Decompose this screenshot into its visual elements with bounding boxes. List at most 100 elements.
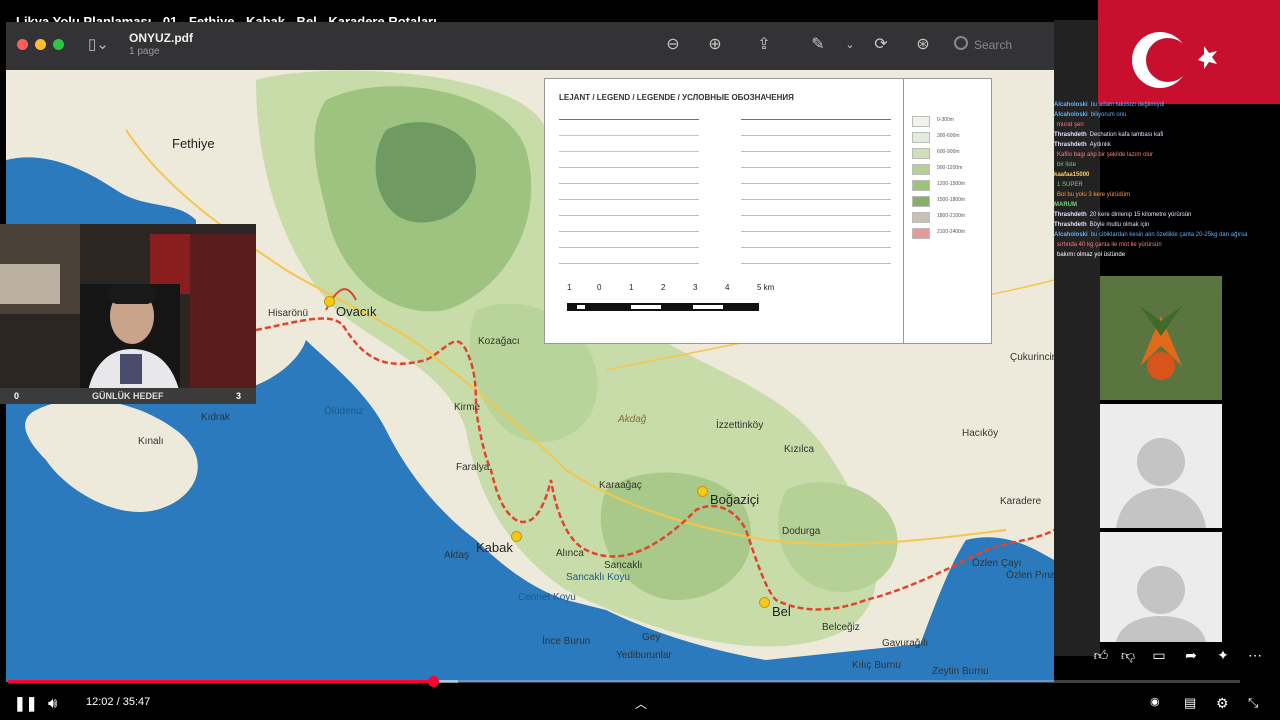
legend-line — [741, 119, 891, 120]
chat-text: Aydınlık — [1089, 142, 1111, 148]
turkish-flag — [1098, 0, 1280, 104]
more-icon[interactable]: ⋯ — [1246, 647, 1264, 665]
elevation-swatch — [912, 116, 930, 127]
place-label: Kınalı — [138, 436, 164, 447]
autoplay-toggle-icon[interactable]: ◉ — [1150, 695, 1160, 708]
window-close-button[interactable] — [17, 39, 28, 50]
legend-divider — [903, 79, 904, 343]
scale-label: 1 — [629, 283, 634, 292]
chat-user: Thrashdeth — [1054, 132, 1087, 138]
share-arrow-icon[interactable]: ➦ — [1182, 647, 1200, 665]
progress-bar — [8, 680, 433, 683]
streamer-image — [0, 224, 256, 404]
rotate-icon[interactable]: ⟳ — [870, 34, 892, 56]
place-label: Kabak — [476, 540, 513, 555]
waypoint-marker[interactable] — [324, 296, 335, 307]
chat-text: sırtında 40 kg çanta ile mot ile yürürsü… — [1057, 242, 1162, 248]
chat-message: sırtında 40 kg çanta ile mot ile yürürsü… — [1054, 240, 1280, 250]
place-label: Kozağacı — [478, 336, 520, 347]
chat-message: kaafaa15000 — [1054, 170, 1280, 180]
share-icon[interactable]: ⇪ — [753, 34, 775, 56]
subtitles-icon[interactable]: ▤ — [1184, 695, 1196, 711]
fullscreen-exit-icon[interactable]: ⤡ — [1248, 695, 1258, 711]
legend-line — [559, 183, 699, 184]
place-label: Ovacık — [336, 304, 377, 319]
place-label: Sancaklı — [604, 560, 643, 571]
dislike-icon[interactable]: 👎︎ — [1119, 647, 1137, 665]
legend-line — [741, 167, 891, 168]
place-label: Alınca — [556, 548, 584, 559]
elevation-label: 1200-1500m — [937, 181, 966, 187]
volume-icon[interactable]: 🔊︎ — [48, 695, 57, 712]
elevation-swatch — [912, 148, 930, 159]
place-label: Boğaziçi — [710, 492, 760, 507]
chat-user: MARUM — [1054, 202, 1077, 208]
waypoint-marker[interactable] — [759, 597, 770, 608]
webcam-overlay — [0, 224, 256, 404]
place-label: Ölüdeniz — [324, 406, 364, 417]
place-label: Çukurincir — [1010, 352, 1054, 363]
markup-pen-icon[interactable]: ✎ — [807, 34, 829, 56]
chat-text: Böyle mutlu olmak için — [1089, 222, 1150, 228]
place-label: İnce Burun — [542, 636, 591, 647]
sidebar-toggle-icon[interactable]: ▯⌄ — [88, 35, 114, 55]
place-label: Özlen Pınarı — [1006, 570, 1054, 581]
chat-user: Thrashdeth — [1054, 212, 1087, 218]
place-label: İzzettinköy — [716, 420, 764, 431]
chat-message: Bol bu yolu 3 kere yürüdüm — [1054, 190, 1280, 200]
chat-message: bir liste — [1054, 160, 1280, 170]
place-label: Bel — [772, 604, 791, 619]
window-maximize-button[interactable] — [53, 39, 64, 50]
markup-menu-chevron-icon[interactable]: ⌄ — [839, 34, 861, 56]
waypoint-marker[interactable] — [511, 531, 522, 542]
participant-tile[interactable] — [1100, 404, 1222, 528]
annotate-icon[interactable]: ⊛ — [912, 34, 934, 56]
current-time: 12:02 — [86, 696, 114, 708]
elevation-label: 1800-2100m — [937, 213, 966, 219]
scale-label: 2 — [661, 283, 666, 292]
search-input[interactable]: Search — [954, 34, 1054, 56]
elevation-label: 300-600m — [937, 133, 960, 139]
map-legend: LEJANT / LEGEND / LEGENDE / УСЛОВНЫЕ ОБО… — [544, 78, 992, 344]
elevation-swatch — [912, 180, 930, 191]
chat-message: Alcaholoski bu cibiklardan kesin alın öze… — [1054, 230, 1280, 240]
elevation-label: 900-1200m — [937, 165, 963, 171]
legend-line — [559, 135, 699, 136]
pdf-toolbar: ▯⌄ ONYUZ.pdf 1 page ⊖ ⊕ ⇪ ✎ ⌄ ⟳ ⊛ Search — [6, 22, 1054, 71]
place-label: Hacıköy — [962, 428, 999, 439]
legend-title: LEJANT / LEGEND / LEGENDE / УСЛОВНЫЕ ОБО… — [559, 93, 794, 102]
legend-line — [741, 151, 891, 152]
goal-label: GÜNLÜK HEDEF — [92, 391, 164, 401]
chevron-up-icon[interactable]: ︿ — [635, 695, 647, 712]
like-icon[interactable]: 👍︎ — [1092, 647, 1110, 665]
sparkle-icon[interactable]: ✦ — [1214, 647, 1232, 665]
chat-message: Thrashdeth 20 kere dinlenip 15 kilometre … — [1054, 210, 1280, 220]
legend-line — [559, 151, 699, 152]
legend-line — [741, 231, 891, 232]
place-label: Kıdrak — [201, 412, 230, 423]
chat-message: Thrashdeth Aydınlık — [1054, 140, 1280, 150]
zoom-in-icon[interactable]: ⊕ — [704, 34, 726, 56]
elevation-swatch — [912, 228, 930, 239]
place-label: Sancaklı Koyu — [566, 572, 630, 583]
pause-icon[interactable]: ❚❚ — [14, 695, 37, 712]
chat-user: Alcaholoski — [1054, 102, 1088, 108]
user-placeholder-icon — [1100, 404, 1222, 528]
window-minimize-button[interactable] — [35, 39, 46, 50]
settings-gear-icon[interactable]: ⚙ — [1216, 695, 1229, 712]
participant-tile[interactable] — [1100, 532, 1222, 642]
goal-target: 3 — [236, 391, 242, 401]
place-label: Gavurağılı — [882, 638, 929, 649]
waypoint-marker[interactable] — [697, 486, 708, 497]
comment-icon[interactable]: ▭ — [1150, 647, 1168, 665]
place-label: Gey — [642, 632, 661, 643]
chat-text: bu adam takılsızı değilmiydi — [1090, 102, 1165, 108]
chat-message: Thrashdeth Dechation kafa lambası kafi — [1054, 130, 1280, 140]
legend-line — [559, 231, 699, 232]
live-chat: Alcaholoski bu adam takılsızı değilmiydi … — [1054, 100, 1280, 280]
legend-line — [741, 215, 891, 216]
zoom-out-icon[interactable]: ⊖ — [662, 34, 684, 56]
elevation-swatch — [912, 196, 930, 207]
chat-text: Bol bu yolu 3 kere yürüdüm — [1057, 192, 1131, 198]
progress-scrubber[interactable] — [428, 676, 439, 687]
